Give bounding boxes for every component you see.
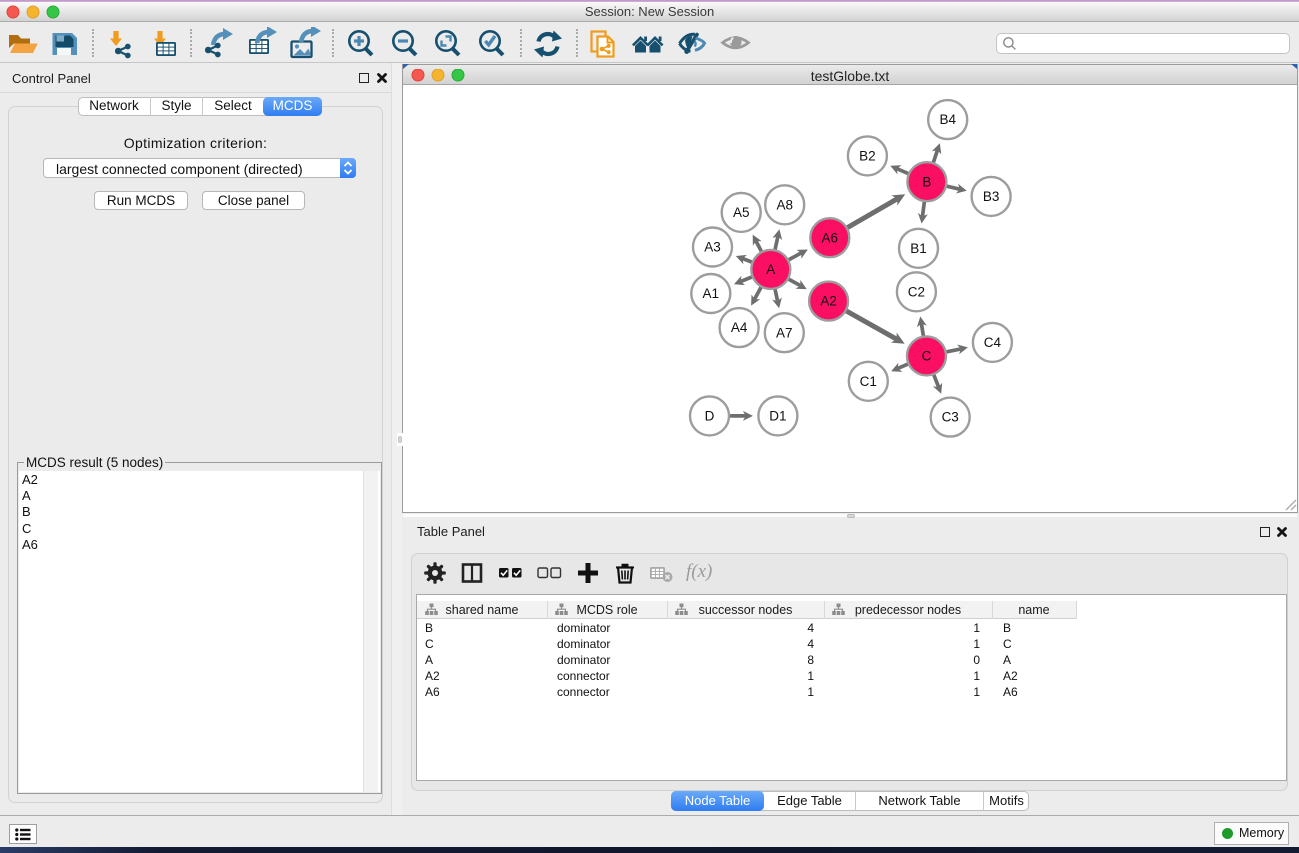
svg-text:D: D — [705, 409, 715, 424]
svg-text:C4: C4 — [984, 335, 1002, 350]
svg-text:C3: C3 — [942, 410, 959, 425]
svg-text:B3: B3 — [983, 189, 1000, 204]
svg-text:A7: A7 — [776, 325, 793, 340]
svg-text:A3: A3 — [704, 240, 721, 255]
svg-text:C: C — [922, 349, 932, 364]
svg-text:C2: C2 — [908, 284, 925, 299]
svg-text:A4: A4 — [731, 320, 748, 335]
svg-text:A2: A2 — [820, 294, 837, 309]
svg-text:B: B — [922, 174, 931, 189]
svg-text:A1: A1 — [703, 286, 720, 301]
svg-text:A: A — [766, 262, 775, 277]
svg-text:B4: B4 — [939, 112, 956, 127]
svg-text:C1: C1 — [860, 374, 877, 389]
svg-text:B1: B1 — [910, 241, 927, 256]
svg-text:A8: A8 — [776, 197, 793, 212]
svg-text:A5: A5 — [733, 205, 750, 220]
svg-text:A6: A6 — [822, 230, 839, 245]
svg-text:B2: B2 — [859, 149, 876, 164]
svg-text:D1: D1 — [769, 409, 786, 424]
